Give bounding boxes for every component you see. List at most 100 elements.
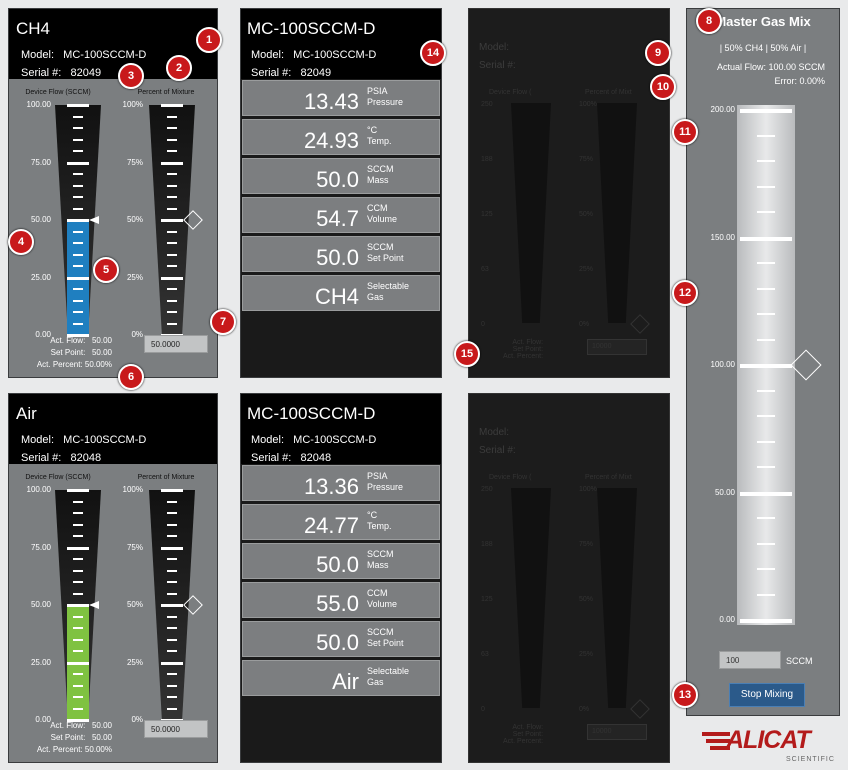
ghost-flow-axis-label: 250 [481, 486, 493, 493]
minor-tick [73, 242, 83, 244]
major-tick [161, 661, 183, 665]
minor-tick [73, 638, 83, 641]
readout-row: 50.0 SCCM Mass [242, 543, 440, 579]
callout-6: 6 [118, 364, 144, 390]
ghost-flow-axis-label: 250 [481, 101, 493, 108]
minor-tick [167, 115, 177, 118]
major-tick [67, 219, 89, 222]
ghost-percent-axis-label: 75% [579, 541, 594, 548]
readout-header: MC-100SCCM-D Model: MC-100SCCM-D Serial … [241, 9, 441, 79]
readout-model: Model: MC-100SCCM-D [251, 434, 377, 446]
setpoint-input[interactable]: 100 [719, 651, 781, 669]
flow-axis-label: 0.00 [35, 330, 51, 339]
callout-15: 15 [454, 341, 480, 367]
minor-tick [167, 207, 177, 210]
major-tick [67, 104, 89, 107]
master-minor-tick [757, 593, 775, 596]
ghost-flow-axis-label: 63 [481, 651, 489, 658]
minor-tick [73, 581, 83, 583]
minor-tick [73, 207, 83, 210]
major-tick [161, 546, 183, 550]
minor-tick [167, 558, 177, 560]
ghost-percent-axis-label: 75% [579, 156, 594, 163]
minor-tick [73, 288, 83, 290]
readout-row: 24.77 °C Temp. [242, 504, 440, 540]
minor-tick [167, 569, 177, 572]
logo-text: ALICAT [726, 726, 811, 754]
stop-mixing-button[interactable]: Stop Mixing [729, 683, 805, 707]
major-tick [161, 489, 183, 492]
master-axis-label: 100.00 [710, 360, 735, 369]
minor-tick [73, 673, 83, 675]
callout-14: 14 [420, 40, 446, 66]
mix-summary: | 50% CH4 | 50% Air | [719, 43, 807, 53]
callout-13: 13 [672, 682, 698, 708]
readout-value: 54.7 [316, 206, 359, 231]
minor-tick [73, 615, 83, 618]
flow-axis-label: 0.00 [35, 715, 51, 724]
ghost-flow-title: Device Flow ( [489, 474, 532, 481]
readout-panel-air: MC-100SCCM-D Model: MC-100SCCM-D Serial … [240, 393, 442, 763]
callout-10: 10 [650, 74, 676, 100]
readout-unit: SCCM Set Point [367, 627, 404, 648]
ghost-flow-axis-label: 125 [481, 596, 493, 603]
ghost-percent-axis-label: 25% [579, 651, 594, 658]
minor-tick [73, 265, 83, 267]
minor-tick [167, 299, 177, 302]
callout-5: 5 [93, 257, 119, 283]
master-setpoint-handle[interactable] [790, 349, 822, 381]
master-minor-tick [757, 568, 775, 570]
minor-tick [73, 150, 83, 152]
master-minor-tick [757, 338, 775, 341]
readout-value: 50.0 [316, 552, 359, 577]
minor-tick [73, 558, 83, 560]
ghost-flow-gauge [511, 103, 551, 323]
ghost-model: Model: [479, 42, 510, 53]
ghost-flow-title: Device Flow ( [489, 89, 532, 96]
minor-tick [167, 150, 177, 152]
minor-tick [167, 184, 177, 187]
callout-3: 3 [118, 63, 144, 89]
percent-axis-label: 100% [122, 100, 143, 109]
readout-value: 13.43 [303, 89, 359, 114]
percent-input[interactable]: 50.0000 [144, 335, 208, 353]
readout-model: Model: MC-100SCCM-D [251, 49, 377, 61]
alicat-logo: ALICAT SCIENTIFIC [702, 724, 840, 766]
minor-tick [73, 253, 83, 256]
flow-axis-label: 25.00 [30, 657, 51, 667]
minor-tick [167, 535, 177, 537]
act-percent: Act. Percent: 50.00% [36, 745, 112, 754]
minor-tick [167, 523, 177, 526]
readout-row: Air Selectable Gas [242, 660, 440, 696]
percent-axis-label: 50% [126, 215, 143, 224]
minor-tick [73, 707, 83, 710]
callout-9: 9 [645, 40, 671, 66]
percent-axis-label: 75% [126, 157, 143, 167]
percent-input[interactable]: 50.0000 [144, 720, 208, 738]
ghost-serial: Serial #: [479, 60, 516, 71]
minor-tick [73, 311, 83, 313]
readout-unit: CCM Volume [367, 588, 398, 609]
ghost-percent-axis-label: 0% [579, 706, 590, 713]
master-minor-tick [757, 134, 775, 137]
act-flow: Act. Flow: 50.00 [50, 336, 112, 345]
device-header: Air Model: MC-100SCCM-D Serial #: 82048 [9, 394, 217, 464]
minor-tick [167, 138, 177, 141]
flow-axis-label: 75.00 [30, 542, 51, 552]
ghost-percent-input-text: 10000 [592, 343, 612, 350]
master-minor-tick [757, 211, 775, 213]
readout-value: 55.0 [316, 591, 359, 616]
callout-11: 11 [672, 119, 698, 145]
setpoint-unit: SCCM [786, 656, 813, 666]
readout-row: 24.93 °C Temp. [242, 119, 440, 155]
percent-axis-label: 25% [126, 657, 143, 667]
minor-tick [167, 581, 177, 583]
act-percent: Act. Percent: 50.00% [36, 360, 112, 369]
device-panel-air: Air Model: MC-100SCCM-D Serial #: 82048 … [8, 393, 218, 763]
callout-7: 7 [210, 309, 236, 335]
master-minor-tick [757, 287, 775, 290]
minor-tick [167, 684, 177, 687]
master-minor-tick [757, 415, 775, 417]
minor-tick [73, 627, 83, 629]
master-flow-gauge [737, 105, 795, 625]
